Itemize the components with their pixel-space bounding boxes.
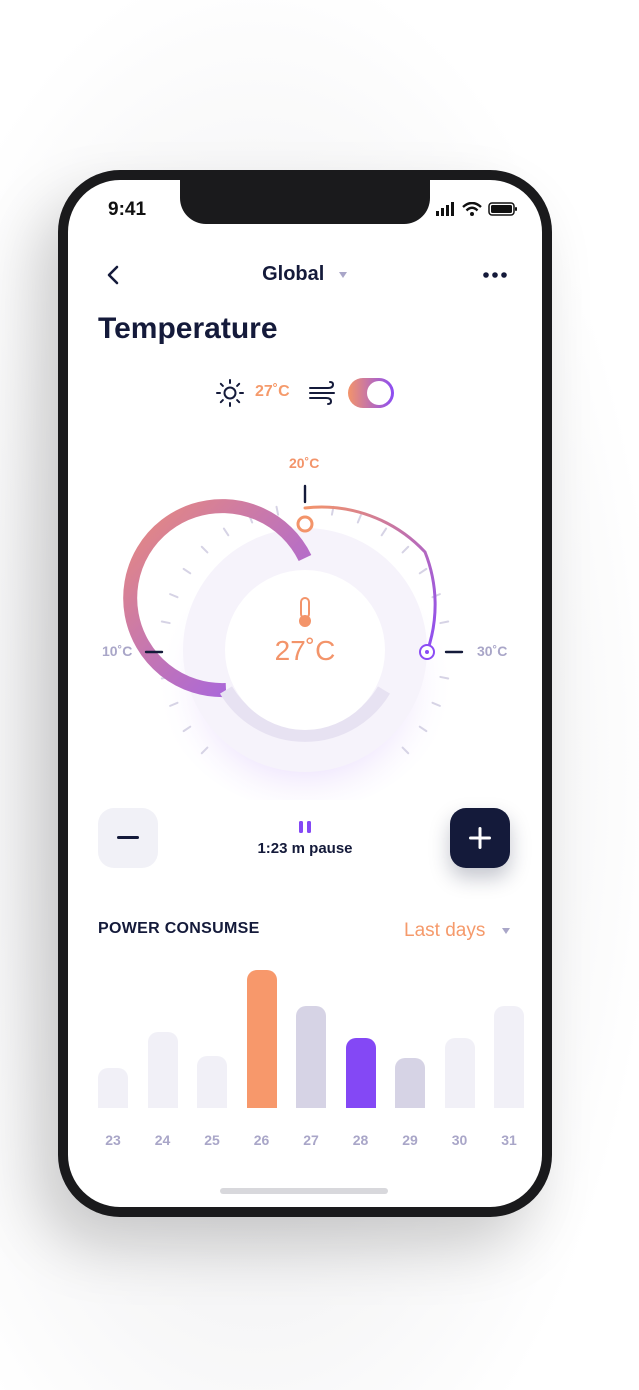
chart-bar[interactable]	[444, 1038, 475, 1108]
chart-bar[interactable]	[197, 1056, 227, 1108]
phone-frame: 9:41 Global Temperature 27˚C 20˚C 10˚C 3…	[58, 170, 552, 1217]
chevron-down-icon	[338, 271, 347, 278]
chart-bar[interactable]	[246, 970, 277, 1108]
dial-tick	[401, 545, 410, 554]
chart-tick-label: 30	[451, 1132, 468, 1148]
heat-toggle[interactable]	[348, 378, 394, 408]
chart-bar[interactable]	[494, 1006, 524, 1108]
chart-bar[interactable]	[345, 1038, 376, 1108]
dial-tick	[200, 545, 209, 554]
chart-bar[interactable]	[98, 1068, 128, 1108]
dial-tick	[380, 527, 388, 537]
dial-tick	[275, 505, 280, 516]
dial-tick	[222, 527, 230, 537]
power-section-title: POWER CONSUMSE	[98, 920, 260, 937]
sun-icon	[216, 379, 244, 407]
dial-top-label: 20˚C	[289, 455, 320, 471]
chart-tick-label: 28	[352, 1132, 369, 1148]
chevron-down-icon	[501, 927, 510, 934]
chart-bar[interactable]	[395, 1058, 425, 1108]
decrease-button[interactable]	[98, 808, 158, 868]
current-temperature: 27˚C	[274, 635, 336, 666]
outside-temperature: 27˚C	[255, 383, 290, 400]
status-time: 9:41	[108, 199, 147, 220]
page-title: Temperature	[98, 312, 278, 345]
notch	[180, 180, 430, 224]
location-label: Global	[262, 263, 325, 285]
thermostat-dial[interactable]	[68, 440, 542, 800]
chart-tick-label: 23	[105, 1132, 121, 1148]
dial-tick	[169, 593, 179, 599]
chart-tick-label: 26	[253, 1132, 270, 1148]
dial-tick	[182, 567, 192, 575]
app-screen: 9:41 Global Temperature 27˚C 20˚C 10˚C 3…	[68, 180, 542, 1207]
chart-bar[interactable]	[147, 1032, 178, 1108]
chart-bar[interactable]	[296, 1006, 326, 1108]
period-label: Last days	[404, 920, 486, 941]
signal-icon	[436, 202, 454, 216]
dial-tick	[418, 567, 428, 575]
more-options-icon[interactable]	[482, 271, 508, 279]
wind-icon	[309, 381, 335, 405]
period-selector[interactable]: Last days	[404, 920, 511, 942]
increase-button[interactable]	[450, 808, 510, 868]
wifi-icon	[462, 202, 482, 216]
toggle-knob	[367, 381, 391, 405]
chart-tick-label: 24	[154, 1132, 171, 1148]
pause-icon[interactable]	[297, 820, 313, 834]
battery-icon	[488, 202, 517, 216]
home-indicator	[220, 1188, 388, 1194]
chart-tick-label: 25	[204, 1132, 220, 1148]
plus-icon	[469, 827, 491, 849]
dial-handle-top[interactable]	[296, 515, 314, 533]
chart-tick-label: 27	[303, 1132, 319, 1148]
chart-tick-label: 29	[402, 1132, 418, 1148]
dial-tick	[356, 514, 362, 524]
status-icons	[436, 202, 518, 216]
location-selector[interactable]: Global	[68, 263, 542, 286]
chart-tick-label: 31	[501, 1132, 517, 1148]
